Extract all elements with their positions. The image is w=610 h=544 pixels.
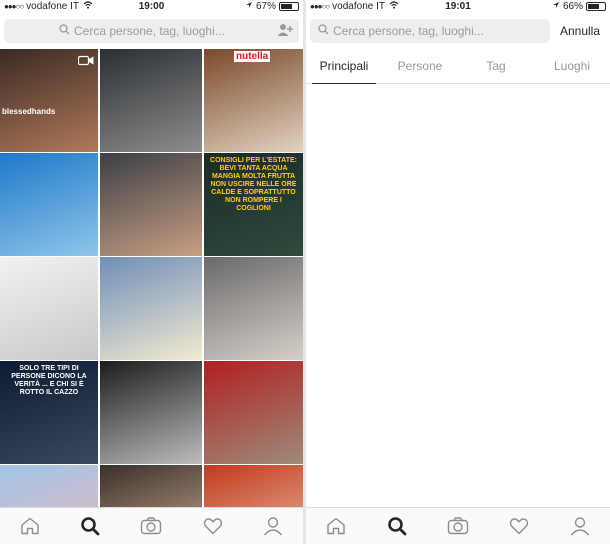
search-results-area (306, 84, 610, 507)
tile-quote-night[interactable]: SOLO TRE TIPI DI PERSONE DICONO LA VERIT… (0, 361, 98, 464)
search-icon (318, 22, 329, 40)
status-bar: ●●●○○ vodafone IT 19:01 66% (306, 0, 610, 13)
wifi-icon (389, 1, 399, 12)
tile-red-quote[interactable] (204, 465, 303, 509)
tile-red-fan[interactable] (204, 361, 303, 464)
search-row: Annulla (306, 13, 610, 49)
video-icon (77, 53, 94, 71)
search-bar[interactable] (4, 19, 299, 43)
search-category-tabs: Principali Persone Tag Luoghi (306, 49, 610, 84)
carrier-label: vodafone IT (332, 1, 385, 12)
battery-percent: 67% (255, 1, 276, 12)
home-icon[interactable] (20, 517, 40, 535)
cancel-button[interactable]: Annulla (560, 24, 600, 38)
carrier-label: vodafone IT (26, 1, 79, 12)
camera-icon[interactable] (447, 517, 469, 535)
explore-screen: ●●●○○ vodafone IT 19:00 67% Cerca person… (0, 0, 303, 544)
search-row (0, 13, 303, 49)
signal-dots-icon: ●●●○○ (310, 2, 330, 11)
tile-wedding-couple[interactable] (0, 257, 98, 360)
wifi-icon (83, 1, 93, 12)
search-icon (59, 22, 70, 40)
tile-nutella-crepes[interactable]: nutella (204, 49, 303, 152)
search-screen: ●●●○○ vodafone IT 19:01 66% Annulla (306, 0, 610, 544)
tab-tag[interactable]: Tag (458, 49, 534, 83)
tile-pink-building[interactable] (0, 465, 98, 509)
tile-sea-cliff[interactable] (0, 153, 98, 256)
tile-vintage-couple[interactable] (100, 361, 202, 464)
search-icon[interactable] (80, 516, 100, 536)
heart-icon[interactable] (203, 517, 223, 535)
heart-icon[interactable] (509, 517, 529, 535)
profile-icon[interactable] (570, 516, 590, 536)
add-user-icon[interactable] (277, 23, 293, 42)
search-input[interactable] (74, 24, 244, 38)
home-icon[interactable] (326, 517, 346, 535)
tile-woman-coffee[interactable] (204, 257, 303, 360)
search-bar[interactable] (310, 19, 550, 43)
location-arrow-icon (552, 1, 560, 12)
tab-luoghi[interactable]: Luoghi (534, 49, 610, 83)
search-input[interactable] (333, 24, 503, 38)
battery-icon (586, 2, 606, 11)
tile-thumbs-up-selfie[interactable] (100, 153, 202, 256)
profile-icon[interactable] (263, 516, 283, 536)
location-arrow-icon (245, 1, 253, 12)
tile-summer-tips[interactable]: CONSIGLI PER L'ESTATE: BEVI TANTA ACQUA … (204, 153, 303, 256)
tile-car-selfie[interactable] (100, 49, 202, 152)
battery-icon (279, 2, 299, 11)
bottom-tab-bar (306, 507, 610, 544)
bottom-tab-bar (0, 507, 303, 544)
tile-caption: CONSIGLI PER L'ESTATE: BEVI TANTA ACQUA … (210, 157, 297, 213)
status-bar: ●●●○○ vodafone IT 19:00 67% (0, 0, 303, 13)
tile-eyebrow[interactable]: blessedhands (0, 49, 98, 152)
tile-caption: SOLO TRE TIPI DI PERSONE DICONO LA VERIT… (11, 365, 87, 397)
explore-grid: blessedhands nutella CONSIGLI PER L'ESTATE… (0, 49, 303, 509)
tile-caption: blessedhands (2, 107, 56, 116)
search-icon[interactable] (387, 516, 407, 536)
tab-persone[interactable]: Persone (382, 49, 458, 83)
tile-caption: nutella (234, 51, 271, 62)
screenshot-pair: ●●●○○ vodafone IT 19:00 67% Cerca person… (0, 0, 610, 544)
tile-sun-flower[interactable] (100, 257, 202, 360)
tile-mirror-selfie[interactable] (100, 465, 202, 509)
tab-principali[interactable]: Principali (306, 49, 382, 84)
signal-dots-icon: ●●●○○ (4, 2, 24, 11)
battery-percent: 66% (562, 1, 583, 12)
camera-icon[interactable] (140, 517, 162, 535)
